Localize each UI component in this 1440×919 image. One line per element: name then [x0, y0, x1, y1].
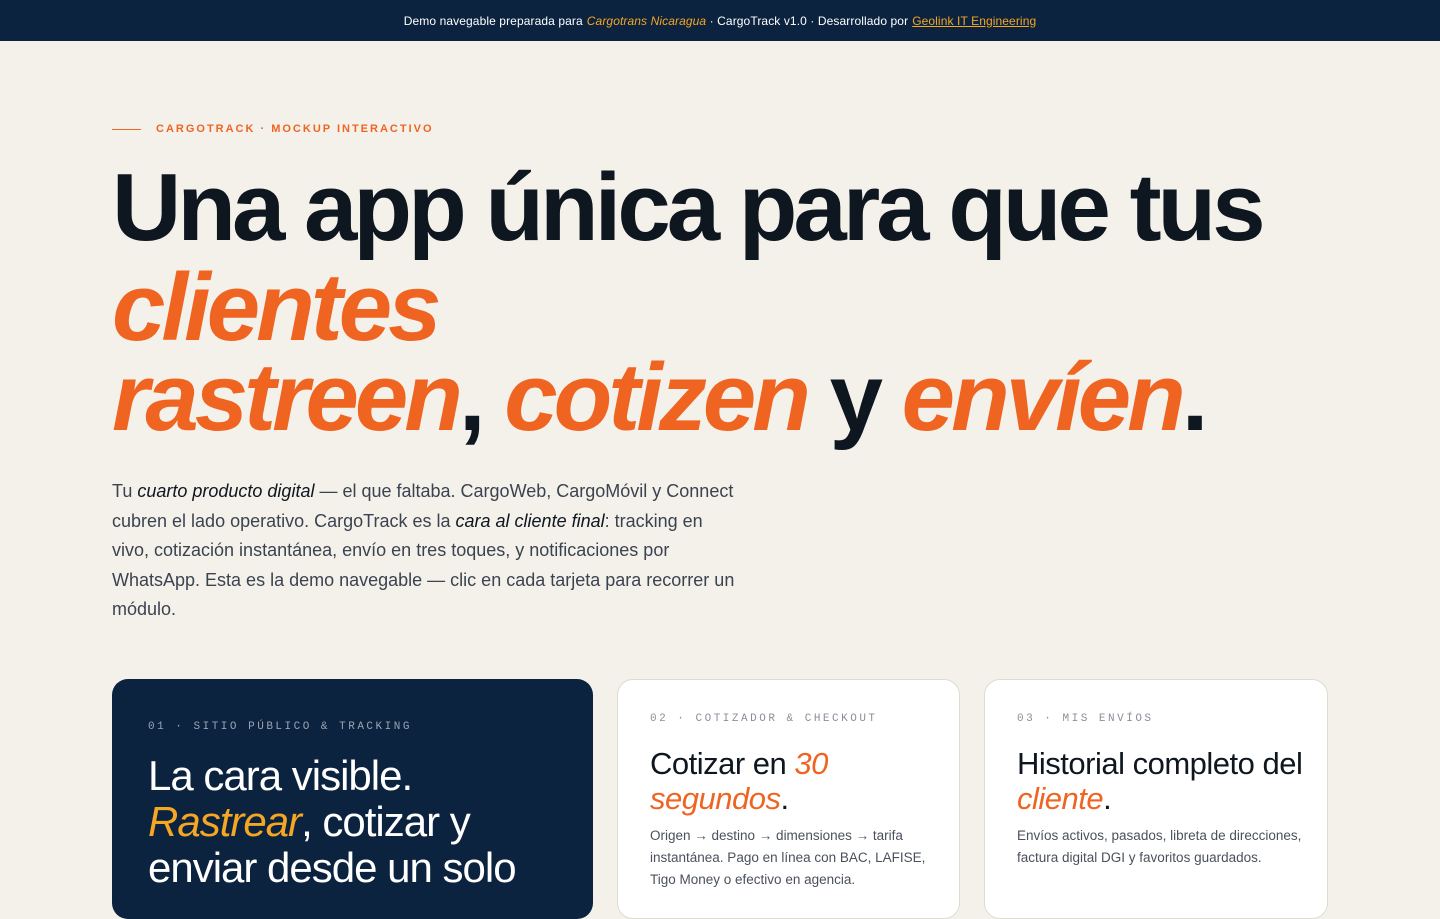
- eyebrow-label: CARGOTRACK · MOCKUP INTERACTIVO: [156, 123, 434, 135]
- hero-intro: Tu cuarto producto digital — el que falt…: [112, 477, 742, 625]
- headline-word-envien: envíen: [901, 344, 1186, 451]
- card-description: Origen → destino → dimensiones → tarifa …: [650, 828, 926, 887]
- headline-line-2: clientes: [112, 260, 1332, 356]
- banner-middle: · CargoTrack v1.0 · Desarrollado por: [706, 13, 909, 28]
- card-title-text-2: .: [1103, 781, 1112, 816]
- demo-banner: Demo navegable preparada para Cargotrans…: [0, 0, 1440, 41]
- card-title-accent: Rastrear: [148, 798, 302, 845]
- card-title: Cotizar en 30 segundos.: [650, 746, 940, 816]
- card-title-text: Cotizar en: [650, 746, 795, 781]
- card-title-text: Historial completo del: [1017, 746, 1303, 781]
- banner-client-name: Cargotrans Nicaragua: [586, 13, 707, 28]
- card-title-text: La cara visible.: [148, 752, 413, 799]
- eyebrow-rule: [112, 128, 141, 130]
- headline-period: .: [1181, 344, 1209, 451]
- hero-headline: Una app única para que tus clientes rast…: [112, 160, 1332, 450]
- headline-conj: y: [829, 344, 883, 451]
- hero-eyebrow: CARGOTRACK · MOCKUP INTERACTIVO: [112, 121, 434, 137]
- card-description: Envíos activos, pasados, libreta de dire…: [1017, 828, 1302, 865]
- headline-line-3: rastreen, cotizen y envíen.: [112, 350, 1332, 450]
- module-card-shipments[interactable]: 03 · MIS ENVÍOS Historial completo del c…: [984, 679, 1328, 919]
- module-card-tracking[interactable]: 01 · SITIO PÚBLICO & TRACKING La cara vi…: [112, 679, 593, 919]
- card-title: Historial completo del cliente.: [1017, 746, 1307, 816]
- banner-prefix: Demo navegable preparada para: [403, 13, 583, 28]
- card-kicker: 03 · MIS ENVÍOS: [1017, 713, 1154, 725]
- intro-emphasis-2: cara al cliente final: [455, 510, 605, 531]
- card-title: La cara visible. Rastrear, cotizar y envi…: [148, 753, 568, 891]
- card-title-text-2: .: [780, 781, 789, 816]
- intro-emphasis-1: cuarto producto digital: [137, 481, 315, 501]
- card-kicker: 01 · SITIO PÚBLICO & TRACKING: [148, 721, 412, 733]
- headline-comma: ,: [458, 344, 486, 451]
- module-card-quote[interactable]: 02 · COTIZADOR & CHECKOUT Cotizar en 30 …: [617, 679, 960, 919]
- developer-link[interactable]: Geolink IT Engineering: [912, 14, 1036, 28]
- intro-text-1: Tu: [112, 481, 138, 501]
- headline-word-cotizen: cotizen: [504, 344, 811, 451]
- headline-word-rastreen: rastreen: [112, 344, 463, 451]
- card-title-accent: cliente: [1017, 781, 1104, 816]
- card-kicker: 02 · COTIZADOR & CHECKOUT: [650, 713, 878, 725]
- headline-line-1: Una app única para que tus: [112, 154, 1266, 261]
